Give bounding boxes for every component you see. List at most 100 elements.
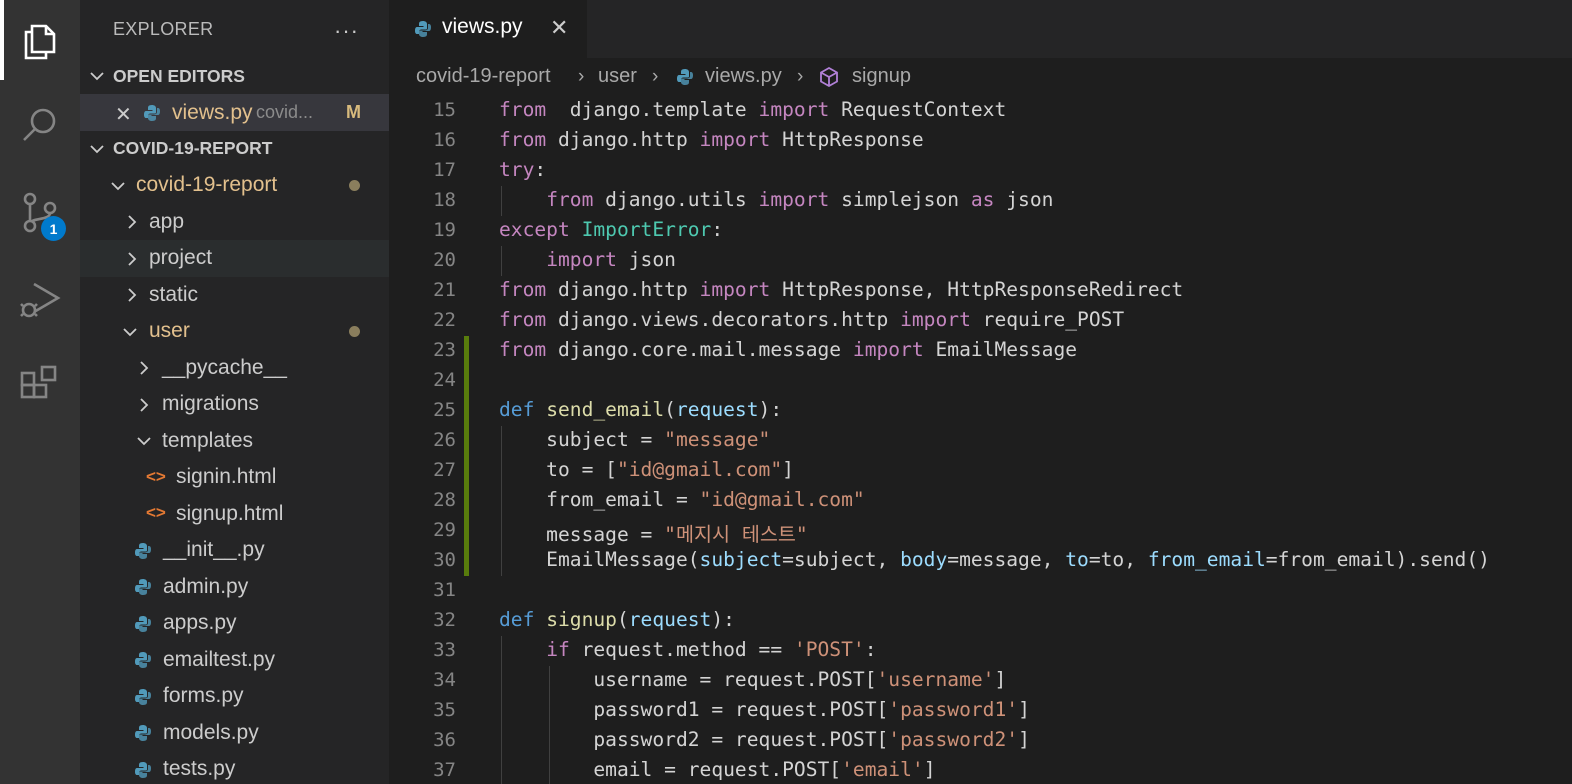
sidebar-header: EXPLORER ··· [80, 0, 389, 58]
python-file-icon [135, 688, 151, 705]
tab-views-py[interactable]: views.py ✕ [389, 0, 587, 58]
project-section[interactable]: COVID-19-REPORT [80, 131, 389, 167]
breadcrumb-subfolder[interactable]: user [598, 65, 637, 88]
tree-file-tests[interactable]: tests.py [80, 751, 389, 784]
tree-file-forms[interactable]: forms.py [80, 678, 389, 715]
code-line[interactable]: 19 except ImportError: [389, 216, 1572, 246]
files-icon [24, 24, 56, 60]
code-text: EmailMessage(subject=subject, body=messa… [499, 548, 1490, 571]
modified-line-marker [464, 486, 469, 516]
code-line[interactable]: 28 from_email = "id@gmail.com" [389, 486, 1572, 516]
breadcrumb-file[interactable]: views.py [705, 65, 782, 88]
code-line[interactable]: 36 password2 = request.POST['password2'] [389, 726, 1572, 756]
code-line[interactable]: 21 from django.http import HttpResponse, … [389, 276, 1572, 306]
chevron-right-icon [140, 397, 149, 412]
tree-label: emailtest.py [163, 647, 276, 671]
code-text: email = request.POST['email'] [499, 758, 936, 781]
tree-label: signin.html [176, 465, 277, 488]
open-editor-filename: views.py [172, 100, 253, 124]
tree-label: __init__.py [163, 538, 265, 561]
line-number: 36 [433, 729, 456, 751]
tree-file-signin[interactable]: <> signin.html [80, 459, 389, 496]
source-control-button[interactable]: 1 [0, 172, 80, 252]
tree-label: user [149, 319, 190, 342]
code-line[interactable]: 23 from django.core.mail.message import E… [389, 336, 1572, 366]
tree-folder-static[interactable]: static [80, 276, 389, 313]
tree-folder-templates[interactable]: templates [80, 422, 389, 459]
tree-label: models.py [163, 720, 259, 744]
tree-label: apps.py [163, 611, 237, 634]
code-text: def send_email(request): [499, 398, 783, 421]
code-line[interactable]: 30 EmailMessage(subject=subject, body=me… [389, 546, 1572, 576]
code-line[interactable]: 18 from django.utils import simplejson a… [389, 186, 1572, 216]
line-number: 17 [433, 159, 456, 181]
modified-status: M [346, 102, 361, 122]
explorer-button[interactable] [0, 0, 80, 80]
run-debug-button[interactable] [0, 258, 80, 338]
code-line[interactable]: 22 from django.views.decorators.http impo… [389, 306, 1572, 336]
line-number: 33 [433, 639, 456, 661]
line-number: 34 [433, 669, 456, 691]
search-button[interactable] [0, 85, 80, 165]
tree-folder-migrations[interactable]: migrations [80, 386, 389, 423]
code-line[interactable]: 35 password1 = request.POST['password1'] [389, 696, 1572, 726]
code-line[interactable]: 31 [389, 576, 1572, 606]
extensions-icon [20, 365, 57, 399]
tree-folder-project[interactable]: project [80, 239, 389, 277]
extensions-button[interactable] [0, 345, 80, 425]
code-text: from django.http import HttpResponse [499, 128, 924, 151]
line-number: 28 [433, 489, 456, 511]
code-line[interactable]: 25 def send_email(request): [389, 396, 1572, 426]
code-text: message = "메지시 테스트" [499, 523, 808, 546]
open-editor-item[interactable]: ✕ views.py covid... M [80, 94, 389, 131]
python-file-icon [135, 542, 151, 559]
chevron-right-icon [128, 288, 137, 302]
code-line[interactable]: 20 import json [389, 246, 1572, 276]
search-icon [23, 108, 56, 141]
code-line[interactable]: 29 message = "메지시 테스트" [389, 516, 1572, 546]
tree-file-apps[interactable]: apps.py [80, 605, 389, 642]
code-line[interactable]: 15 from django.template import RequestCon… [389, 96, 1572, 126]
code-line[interactable]: 26 subject = "message" [389, 426, 1572, 456]
chevron-down-icon [123, 327, 137, 336]
line-number: 24 [433, 369, 456, 391]
line-number: 26 [433, 429, 456, 451]
code-line[interactable]: 33 if request.method == 'POST': [389, 636, 1572, 666]
code-text: except ImportError: [499, 218, 724, 241]
open-editors-section[interactable]: OPEN EDITORS [80, 58, 389, 94]
modified-line-marker [464, 366, 469, 396]
tree-file-init[interactable]: __init__.py [80, 532, 389, 569]
line-number: 35 [433, 699, 456, 721]
close-editor-icon[interactable]: ✕ [115, 102, 132, 127]
code-line[interactable]: 32 def signup(request): [389, 606, 1572, 636]
code-line[interactable]: 37 email = request.POST['email'] [389, 756, 1572, 784]
code-line[interactable]: 16 from django.http import HttpResponse [389, 126, 1572, 156]
tree-folder-covid-19-report[interactable]: covid-19-report [80, 167, 389, 204]
chevron-down-icon [90, 144, 104, 153]
tree-folder-pycache[interactable]: __pycache__ [80, 349, 389, 386]
breadcrumb-folder[interactable]: covid-19-report [416, 65, 551, 88]
tree-folder-user[interactable]: user [80, 313, 389, 350]
tree-file-signup[interactable]: <> signup.html [80, 495, 389, 532]
modified-line-marker [464, 396, 469, 426]
line-number: 25 [433, 399, 456, 421]
code-line[interactable]: 34 username = request.POST['username'] [389, 666, 1572, 696]
tab-label: views.py [442, 15, 523, 38]
code-line[interactable]: 24 [389, 366, 1572, 396]
tree-file-models[interactable]: models.py [80, 714, 389, 751]
modified-line-marker [464, 546, 469, 576]
modified-dot [349, 179, 360, 191]
tree-folder-app[interactable]: app [80, 203, 389, 240]
tree-file-emailtest[interactable]: emailtest.py [80, 641, 389, 678]
source-control-badge: 1 [41, 216, 66, 241]
project-label: COVID-19-REPORT [113, 138, 273, 158]
code-editor[interactable]: 15 from django.template import RequestCon… [389, 96, 1572, 784]
tree-label: admin.py [163, 574, 249, 598]
close-icon[interactable]: ✕ [550, 15, 568, 41]
code-line[interactable]: 27 to = ["id@gmail.com"] [389, 456, 1572, 486]
more-actions-icon[interactable]: ··· [334, 18, 359, 44]
breadcrumb-symbol[interactable]: signup [852, 65, 911, 88]
code-line[interactable]: 17 try: [389, 156, 1572, 186]
code-text: from_email = "id@gmail.com" [499, 488, 865, 511]
tree-file-admin[interactable]: admin.py [80, 568, 389, 605]
